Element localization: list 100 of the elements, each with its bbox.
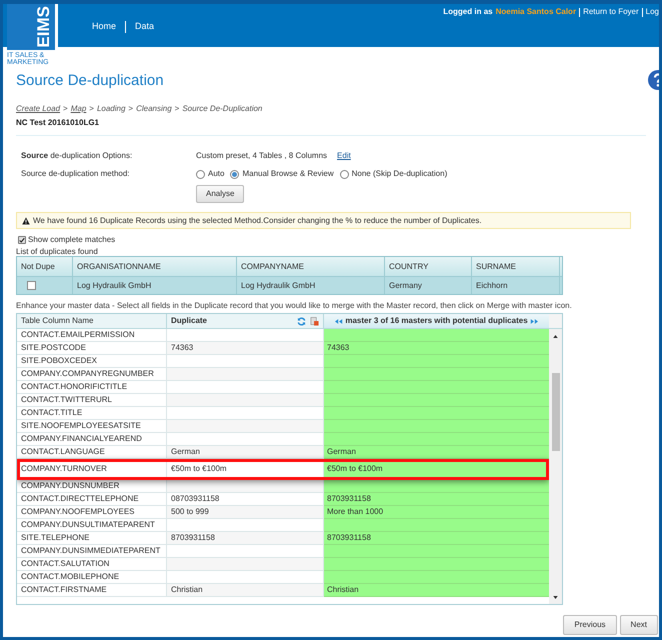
table-cell[interactable] [324,355,549,368]
breadcrumb-link[interactable]: Map [70,103,86,115]
table-cell[interactable] [167,329,324,342]
table-cell: CONTACT.TWITTERURL [17,394,167,407]
logged-in-label: Logged in as [443,6,493,18]
warning-icon [22,216,30,224]
column-header: Table Column Name [17,314,167,329]
table-cell[interactable]: 08703931158 [167,493,324,506]
nav-link[interactable]: Home [92,20,116,34]
table-cell: COMPANY.DUNSIMMEDIATEPARENT [17,545,167,558]
table-cell[interactable] [324,433,549,446]
table-cell[interactable] [324,381,549,394]
table-cell: COMPANY.COMPANYREGNUMBER [17,368,167,381]
radio-label: None (Skip De-duplication) [352,168,448,180]
column-header: master 3 of 16 masters with potential duplicates [345,315,528,327]
table-cell: SITE.NOOFEMPLOYEESATSITE [17,420,167,433]
radio-button[interactable] [230,170,240,178]
table-cell: Eichhorn [472,277,560,294]
column-header: Not Dupe [17,257,73,276]
radio-label: Auto [208,168,224,180]
column-header: COMPANYNAME [237,257,385,276]
table-cell[interactable]: Christian [167,584,324,597]
table-cell[interactable]: Christian [324,584,549,597]
scrollbar[interactable] [549,329,562,604]
table-cell[interactable] [324,420,549,433]
table-cell[interactable] [167,368,324,381]
nav-button[interactable]: Next [620,615,658,635]
column-header: Duplicate [171,315,208,327]
check-icon [19,236,25,244]
table-cell[interactable] [167,571,324,584]
table-cell[interactable] [167,381,324,394]
scroll-up-icon [553,335,558,338]
table-cell: CONTACT.MOBILEPHONE [17,571,167,584]
table-cell[interactable] [324,519,549,532]
table-cell[interactable] [324,394,549,407]
breadcrumb-item: Source De-Duplication [182,103,262,115]
table-cell[interactable]: More than 1000 [324,506,549,519]
table-cell[interactable] [167,519,324,532]
table-cell[interactable] [324,480,549,493]
table-cell[interactable]: 8703931158 [324,532,549,545]
table-cell: SITE.POSTCODE [17,342,167,355]
table-cell: Germany [385,277,472,294]
table-cell[interactable] [167,433,324,446]
table-cell[interactable]: 8703931158 [324,493,549,506]
checkbox[interactable] [18,236,26,244]
table-cell: SITE.POBOXCEDEX [17,355,167,368]
table-cell[interactable] [167,394,324,407]
table-cell[interactable] [167,355,324,368]
breadcrumb-separator: > [174,103,180,115]
checkbox[interactable] [27,281,36,290]
table-cell: CONTACT.DIRECTTELEPHONE [17,493,167,506]
options-value: Custom preset, 4 Tables , 8 Columns [196,150,328,162]
page-title: Source De-duplication [16,72,165,90]
table-cell[interactable] [324,407,549,420]
breadcrumb-link[interactable]: Create Load [16,103,60,115]
instructions-text: Enhance your master data - Select all fields in the Duplicate record that you would like to merge with the Master record, then click on Merge with master icon. [16,301,573,310]
table-cell: CONTACT.EMAILPERMISSION [17,329,167,342]
breadcrumb-separator: > [63,103,68,115]
scrollbar-thumb[interactable] [552,373,560,451]
next-master-icon [530,318,538,324]
previous-master-icon [335,318,344,324]
checkbox-label: Show complete matches [28,234,116,246]
nav-button[interactable]: Previous [563,615,617,635]
table-cell: CONTACT.HONORIFICTITLE [17,381,167,394]
column-header: SURNAME [472,257,560,276]
table-cell[interactable] [167,558,324,571]
table-cell[interactable]: 74363 [167,342,324,355]
table-cell[interactable] [167,480,324,493]
column-header: COUNTRY [385,257,472,276]
breadcrumb-item: Cleansing [136,103,172,115]
table-cell[interactable] [324,571,549,584]
radio-button[interactable] [196,170,205,178]
header-link[interactable]: Return to Foyer [583,6,639,18]
table-cell[interactable] [324,368,549,381]
table-cell[interactable]: German [167,446,324,459]
table-cell[interactable]: 500 to 999 [167,506,324,519]
table-cell[interactable] [324,545,549,558]
table-cell[interactable] [324,329,549,342]
table-cell[interactable]: German [324,446,549,459]
analyse-button[interactable]: Analyse [196,185,244,203]
breadcrumb-separator: > [89,103,94,115]
table-cell: COMPANY.DUNSULTIMATEPARENT [17,519,167,532]
table-cell[interactable]: 8703931158 [167,532,324,545]
table-cell[interactable] [167,420,324,433]
table-cell[interactable]: 74363 [324,342,549,355]
options-label: Source de-duplication Options: [21,150,134,162]
load-name: NC Test 20161010LG1 [16,117,100,129]
table-cell[interactable] [324,558,549,571]
radio-button[interactable] [340,170,349,178]
section-label: List of duplicates found [16,247,99,256]
table-cell[interactable] [167,407,324,420]
table-cell: COMPANY.DUNSNUMBER [17,480,167,493]
table-cell: CONTACT.TITLE [17,407,167,420]
header-link[interactable]: Log [646,6,659,18]
nav-link[interactable]: Data [135,20,154,34]
column-header: ORGANISATIONNAME [73,257,237,276]
table-cell: COMPANY.NOOFEMPLOYEES [17,506,167,519]
table-cell[interactable] [167,545,324,558]
table-cell: CONTACT.LANGUAGE [17,446,167,459]
edit-link[interactable]: Edit [337,150,351,162]
